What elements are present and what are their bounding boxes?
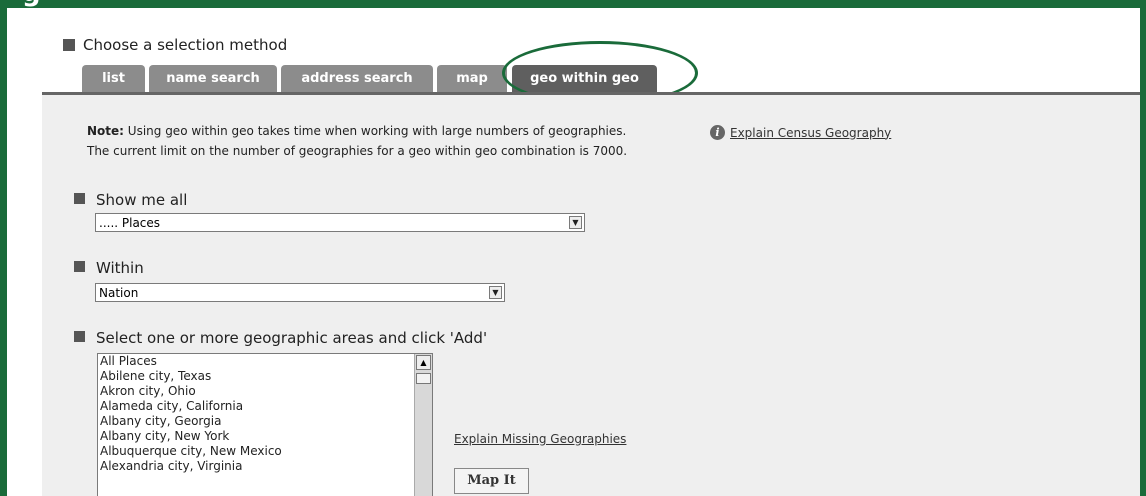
show-me-all-label: Show me all [96,191,188,209]
explain-missing-link[interactable]: Explain Missing Geographies [454,432,626,446]
dropdown-arrow-icon[interactable]: ▼ [489,286,502,299]
scroll-thumb[interactable] [416,373,431,384]
list-item[interactable]: Abilene city, Texas [98,369,432,384]
tab-map[interactable]: map [437,65,507,92]
list-item[interactable]: All Places [98,354,432,369]
within-label: Within [96,259,144,277]
explain-census-link-group: i Explain Census Geography [710,125,891,140]
list-item[interactable]: Albany city, Georgia [98,414,432,429]
tab-name-search[interactable]: name search [149,65,277,92]
tab-list[interactable]: list [82,65,145,92]
list-item[interactable]: Alexandria city, Virginia [98,459,432,474]
tab-geo-within-geo[interactable]: geo within geo [512,65,657,95]
list-item[interactable]: Akron city, Ohio [98,384,432,399]
tab-address-search[interactable]: address search [281,65,433,92]
listbox-scrollbar[interactable]: ▲ ▼ [414,354,432,496]
list-item[interactable]: Albany city, New York [98,429,432,444]
show-me-all-select[interactable]: ..... Places ▼ [95,213,585,232]
note-line1: Using geo within geo takes time when wor… [123,124,627,138]
explain-census-link[interactable]: Explain Census Geography [730,126,891,140]
select-areas-label: Select one or more geographic areas and … [96,329,488,347]
bullet-square-icon [74,331,85,342]
selection-method-heading: Choose a selection method [63,36,287,54]
note-bold: Note: [87,124,124,138]
map-it-button[interactable]: Map It [454,468,529,494]
info-icon: i [710,125,725,140]
header-bar: g [0,0,1146,8]
selection-method-label: Choose a selection method [83,36,288,54]
note-line2: The current limit on the number of geogr… [87,144,628,158]
list-item[interactable]: Alameda city, California [98,399,432,414]
within-value: Nation [99,286,139,300]
note-text: Note: Using geo within geo takes time wh… [87,121,727,161]
dropdown-arrow-icon[interactable]: ▼ [569,216,582,229]
scroll-up-icon[interactable]: ▲ [416,355,431,370]
show-me-all-value: ..... Places [99,216,161,230]
within-select[interactable]: Nation ▼ [95,283,505,302]
main-panel: Choose a selection method list name sear… [7,8,1140,496]
geo-areas-listbox[interactable]: All Places Abilene city, Texas Akron cit… [97,353,433,496]
bullet-square-icon [63,39,75,51]
bullet-square-icon [74,193,85,204]
header-title: g [22,0,41,8]
list-item[interactable]: Albuquerque city, New Mexico [98,444,432,459]
bullet-square-icon [74,261,85,272]
